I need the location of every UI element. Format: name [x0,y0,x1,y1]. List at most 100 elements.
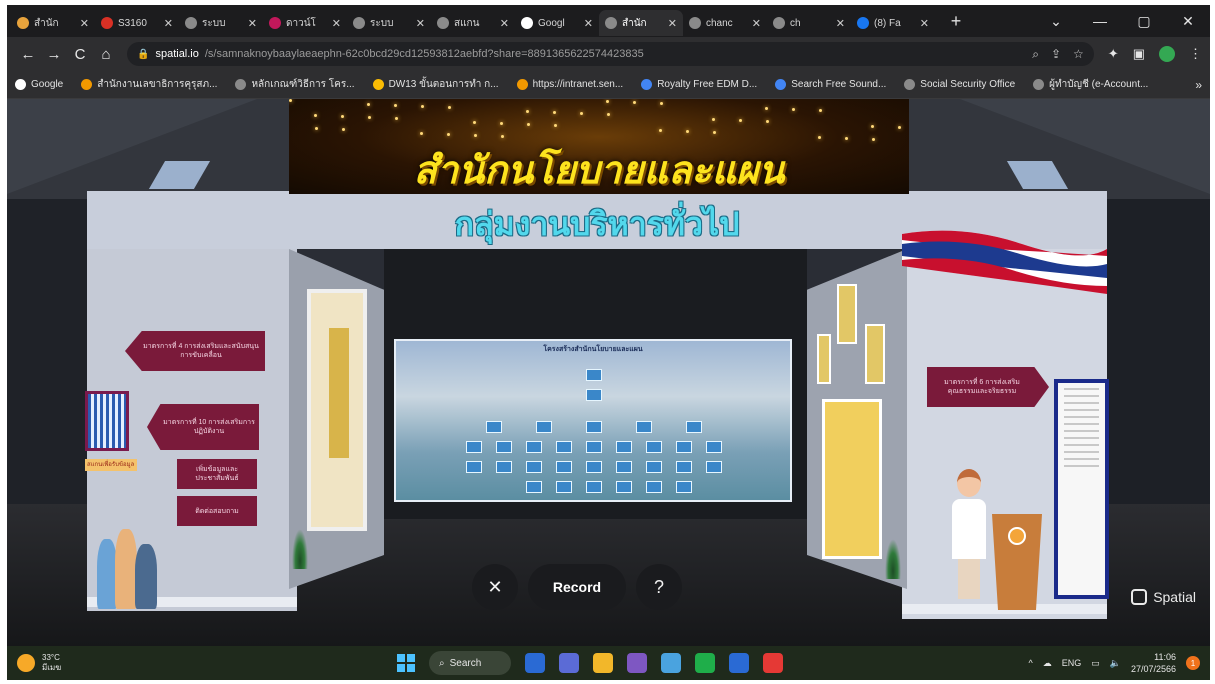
browser-tab[interactable]: chanc ✕ [683,10,767,36]
tab-search-icon[interactable]: ⌄ [1034,13,1078,30]
share-icon[interactable]: ⇪ [1051,47,1061,62]
taskbar-search[interactable]: ⌕ Search [429,651,511,675]
browser-tab[interactable]: S3160 ✕ [95,10,179,36]
bookmark-item[interactable]: สำนักงานเลขาธิการคุรุสภ... [81,77,217,92]
zoom-icon[interactable]: ⌕ [1032,47,1039,62]
tab-favicon-icon [437,17,449,29]
tab-close-icon[interactable]: ✕ [332,17,341,30]
tab-close-icon[interactable]: ✕ [80,17,89,30]
browser-tab[interactable]: ดาวน์โ ✕ [263,10,347,36]
sparkle-decoration [314,114,317,117]
lock-icon: 🔒 [137,48,150,60]
browser-tab[interactable]: Googl ✕ [515,10,599,36]
taskbar-app-icon[interactable] [661,653,681,673]
taskbar-app-icon[interactable] [627,653,647,673]
help-button[interactable]: ? [636,564,682,610]
taskbar-app-icon[interactable] [525,653,545,673]
close-window-button[interactable]: ✕ [1166,13,1210,30]
browser-tab[interactable]: สำนัก ✕ [599,10,683,36]
spatial-3d-viewport[interactable]: สำนักนโยบายและแผน กลุ่มงานบริหารทั่วไป โ… [7,99,1210,646]
org-chart-screen[interactable]: โครงสร้างสำนักนโยบายและแผน [394,339,792,502]
new-tab-button[interactable]: + [945,11,967,32]
bookmark-star-icon[interactable]: ☆ [1073,47,1084,62]
language-indicator[interactable]: ENG [1062,658,1082,668]
browser-tab[interactable]: ระบบ ✕ [179,10,263,36]
maximize-button[interactable]: ▢ [1122,13,1166,30]
browser-tab[interactable]: ระบบ ✕ [347,10,431,36]
bookmark-item[interactable]: หลักเกณฑ์วิธีการ โคร... [235,77,355,92]
weather-widget[interactable]: 33°C มีเมฆ [17,653,61,673]
org-chart-node [586,369,602,381]
taskbar-app-icon[interactable] [729,653,749,673]
side-panel-icon[interactable]: ▣ [1133,46,1145,62]
tab-close-icon[interactable]: ✕ [248,17,257,30]
sign-contact[interactable]: ติดต่อสอบถาม [177,496,257,526]
bookmark-label: https://intranet.sen... [532,79,624,90]
clock[interactable]: 11:06 27/07/2566 [1131,651,1176,675]
org-chart-node [646,441,662,453]
address-bar[interactable]: 🔒 spatial.io /s/samnaknoybaaylaeaephn-62… [127,42,1094,66]
tab-title: Googl [538,17,565,29]
network-icon[interactable]: ▭ [1091,658,1100,669]
org-chart-node [586,461,602,473]
bookmark-item[interactable]: Search Free Sound... [775,77,886,92]
onedrive-icon[interactable]: ☁ [1043,658,1052,669]
taskbar-app-icon[interactable] [763,653,783,673]
poster-right-c[interactable] [817,334,831,384]
tab-close-icon[interactable]: ✕ [752,17,761,30]
tab-close-icon[interactable]: ✕ [920,17,929,30]
tab-close-icon[interactable]: ✕ [668,17,677,30]
weather-condition: มีเมฆ [42,663,62,672]
tab-close-icon[interactable]: ✕ [500,17,509,30]
taskbar-app-icon[interactable] [695,653,715,673]
tray-overflow-icon[interactable]: ^ [1028,658,1032,668]
reload-button[interactable]: C [67,46,93,63]
record-button[interactable]: Record [528,564,626,610]
bookmark-item[interactable]: DW13 ขั้นตอนการทำ ก... [372,77,499,92]
poster-right-b[interactable] [865,324,885,384]
sparkle-decoration [554,124,557,127]
close-button[interactable]: ✕ [472,564,518,610]
bookmark-item[interactable]: Social Security Office [904,77,1015,92]
sign-measure-10[interactable]: มาตรการที่ 10 การส่งเสริมการปฏิบัติงาน [147,404,259,450]
notification-badge[interactable]: 1 [1186,656,1200,670]
bookmark-item[interactable]: ผู้ทำบัญชี (e-Account... [1033,77,1148,92]
bookmark-label: DW13 ขั้นตอนการทำ ก... [388,79,499,90]
qr-code[interactable] [85,391,129,451]
bookmark-label: Social Security Office [920,79,1016,90]
sign-info[interactable]: เพิ่มข้อมูลและประชาสัมพันธ์ [177,459,257,489]
plant-left [292,529,308,569]
tab-close-icon[interactable]: ✕ [416,17,425,30]
tall-poster[interactable] [307,289,367,531]
minimize-button[interactable]: — [1078,13,1122,29]
start-button[interactable] [397,654,415,672]
bookmark-item[interactable]: https://intranet.sen... [516,77,624,92]
browser-tab[interactable]: ch ✕ [767,10,851,36]
clock-time: 11:06 [1154,652,1176,662]
tab-close-icon[interactable]: ✕ [836,17,845,30]
tab-close-icon[interactable]: ✕ [584,17,593,30]
bookmark-item[interactable]: Royalty Free EDM D... [641,77,757,92]
bookmark-item[interactable]: Google [15,77,63,92]
extensions-icon[interactable]: ✦ [1108,46,1119,62]
profile-avatar[interactable] [1159,46,1175,62]
spatial-logo[interactable]: Spatial [1131,589,1196,605]
sign-measure-4[interactable]: มาตรการที่ 4 การส่งเสริมและสนับสนุนการขั… [125,331,265,371]
browser-tab[interactable]: สแกน ✕ [431,10,515,36]
taskbar-app-icon[interactable] [559,653,579,673]
volume-icon[interactable]: 🔈 [1110,658,1121,669]
back-button[interactable]: ← [15,46,41,63]
bookmarks-overflow-icon[interactable]: » [1195,78,1202,92]
document-panel[interactable] [1054,379,1109,599]
forward-button[interactable]: → [41,46,67,63]
staff-poster[interactable] [822,399,882,559]
browser-tab[interactable]: (8) Fa ✕ [851,10,935,36]
home-button[interactable]: ⌂ [93,46,119,63]
menu-icon[interactable]: ⋮ [1189,46,1202,62]
taskbar-app-icon[interactable] [593,653,613,673]
tab-close-icon[interactable]: ✕ [164,17,173,30]
sparkle-decoration [898,126,901,129]
browser-tab[interactable]: สำนัก ✕ [11,10,95,36]
sign-measure-6[interactable]: มาตรการที่ 6 การส่งเสริมคุณธรรมและจริยธร… [927,367,1049,407]
poster-right-a[interactable] [837,284,857,344]
